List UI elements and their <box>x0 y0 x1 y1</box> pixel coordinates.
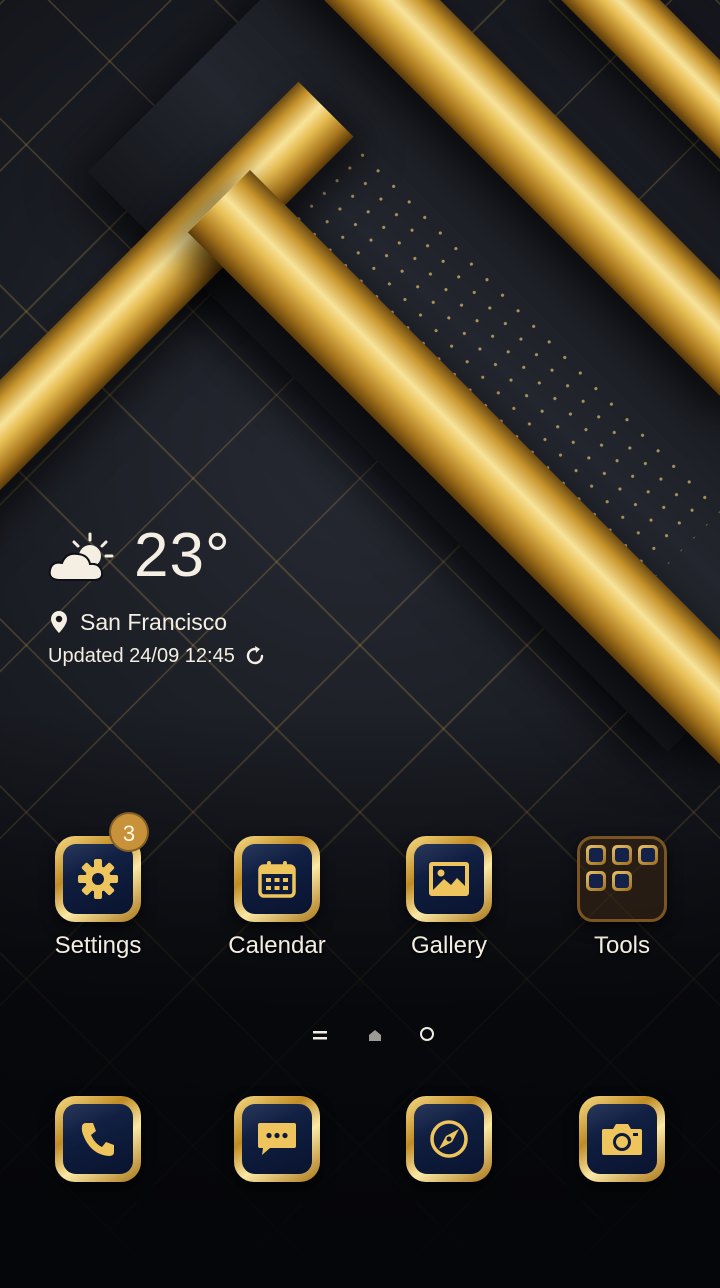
app-icon-frame: 3 <box>55 812 149 922</box>
app-icon-frame <box>55 1096 141 1182</box>
app-label: Tools <box>593 932 651 959</box>
folder-mini-app-icon <box>586 845 606 865</box>
dock-camera[interactable] <box>557 1096 687 1182</box>
dock-messages[interactable] <box>212 1096 342 1182</box>
folder-mini-app-icon <box>612 871 632 891</box>
phone-icon <box>78 1119 118 1159</box>
message-icon <box>256 1120 298 1158</box>
page-indicator-dot <box>420 1027 434 1041</box>
app-icon-frame <box>234 1096 320 1182</box>
app-settings[interactable]: 3 Settings <box>33 812 163 960</box>
app-calendar[interactable]: Calendar <box>212 836 342 960</box>
app-label: Calendar <box>228 932 326 959</box>
app-icon-frame <box>406 836 492 922</box>
gear-icon <box>75 856 121 902</box>
page-indicator-home-icon <box>368 1029 382 1042</box>
folder-tools[interactable]: Tools <box>557 836 687 960</box>
folder-mini-app-icon <box>612 845 632 865</box>
app-icon-frame <box>234 836 320 922</box>
weather-widget[interactable]: 23° San Francisco Updated 24/09 12:45 <box>46 520 366 680</box>
app-gallery[interactable]: Gallery <box>384 836 514 960</box>
notification-badge: 3 <box>109 812 149 852</box>
folder-mini-app-icon <box>638 845 658 865</box>
dock-browser[interactable] <box>384 1096 514 1182</box>
page-indicator[interactable] <box>312 1024 442 1048</box>
image-icon <box>427 860 471 898</box>
updated-time: Updated 24/09 12:45 <box>48 644 235 667</box>
dock-phone[interactable] <box>33 1096 163 1182</box>
app-label: Gallery <box>410 932 488 959</box>
compass-icon <box>427 1117 471 1161</box>
app-icon-frame <box>579 1096 665 1182</box>
location-pin-icon <box>50 610 68 634</box>
folder-icon <box>577 836 667 922</box>
calendar-icon <box>256 858 298 900</box>
updated-row: Updated 24/09 12:45 <box>48 644 267 668</box>
camera-icon <box>600 1121 644 1157</box>
temperature: 23° <box>134 521 231 590</box>
location-row: San Francisco <box>50 608 227 636</box>
folder-mini-app-icon <box>586 871 606 891</box>
app-label: Settings <box>54 932 142 959</box>
page-indicator-list-icon <box>312 1028 328 1042</box>
partly-cloudy-icon <box>46 530 118 586</box>
location-name: San Francisco <box>80 608 228 635</box>
app-icon-frame <box>406 1096 492 1182</box>
refresh-icon[interactable] <box>243 644 267 668</box>
